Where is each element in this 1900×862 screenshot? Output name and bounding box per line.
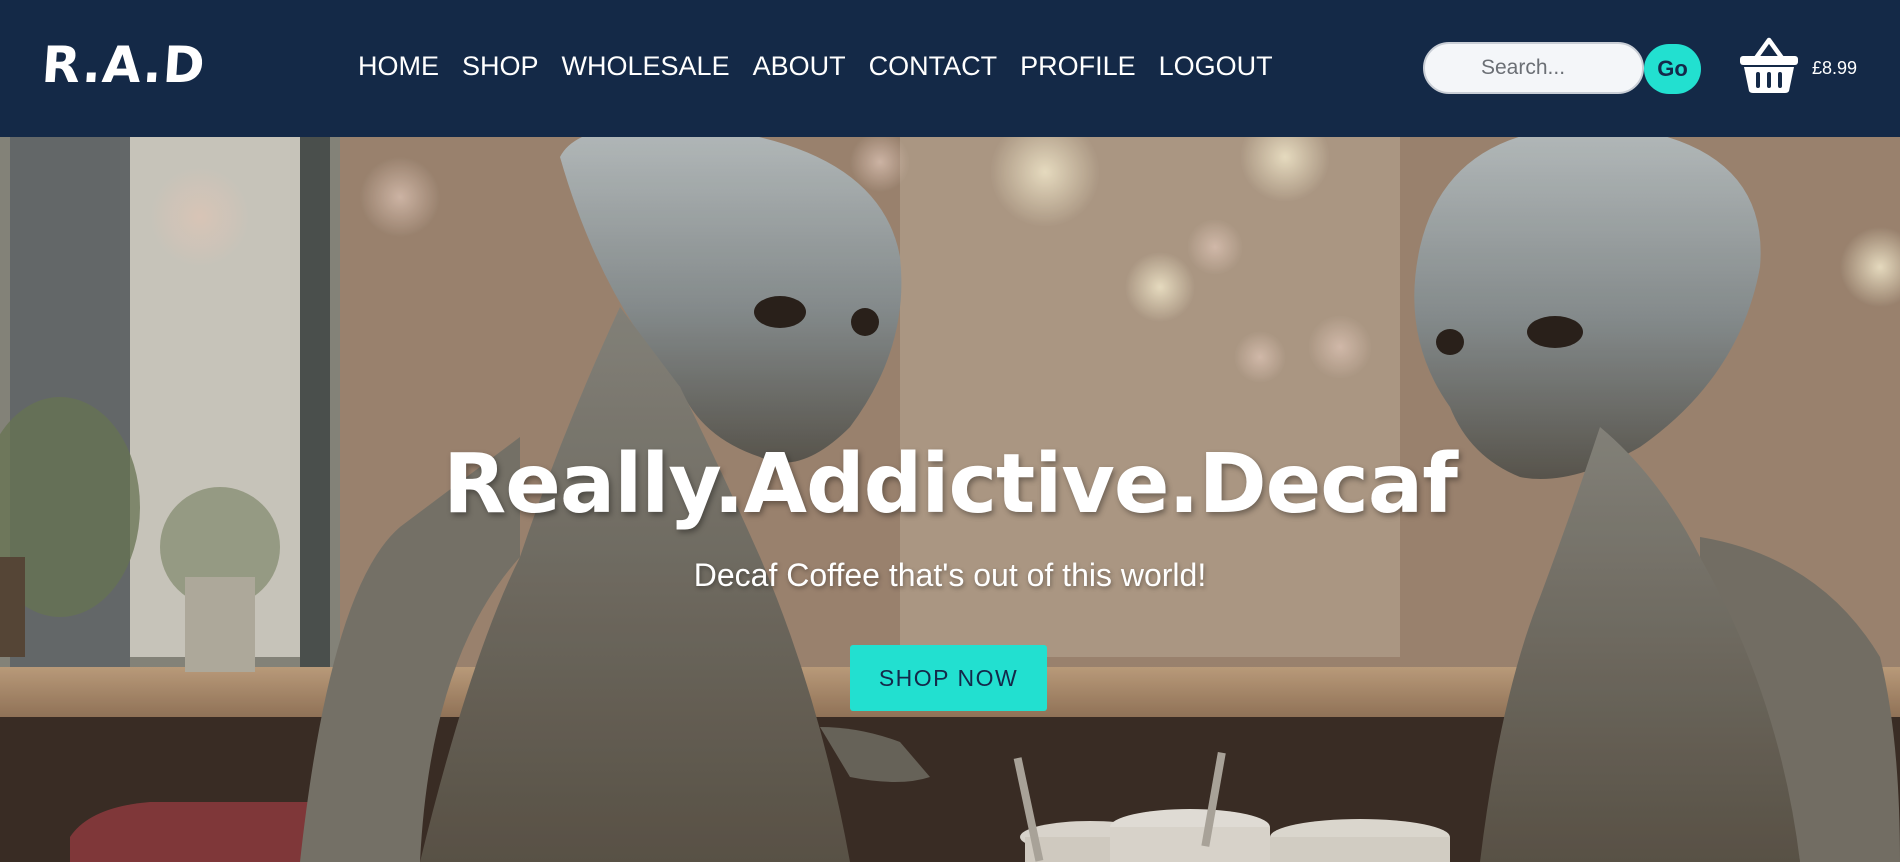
nav-profile[interactable]: PROFILE <box>1020 48 1136 84</box>
cart-total: £8.99 <box>1812 58 1858 78</box>
site-logo[interactable]: R.A.D <box>40 36 208 94</box>
search-go-button[interactable]: Go <box>1644 44 1701 94</box>
hero-banner: Really.Addictive.Decaf Decaf Coffee that… <box>0 137 1900 862</box>
nav-contact[interactable]: CONTACT <box>869 48 998 84</box>
nav-wholesale[interactable]: WHOLESALE <box>562 48 730 84</box>
main-nav: HOME SHOP WHOLESALE ABOUT CONTACT PROFIL… <box>358 48 1296 84</box>
basket-icon <box>1740 37 1798 93</box>
nav-shop[interactable]: SHOP <box>462 48 539 84</box>
nav-home[interactable]: HOME <box>358 48 439 84</box>
hero-title: Really.Addictive.Decaf <box>443 437 1458 532</box>
cart-button[interactable]: £8.99 <box>1738 36 1878 100</box>
nav-about[interactable]: ABOUT <box>753 48 846 84</box>
site-header: R.A.D HOME SHOP WHOLESALE ABOUT CONTACT … <box>0 0 1900 137</box>
nav-logout[interactable]: LOGOUT <box>1159 48 1273 84</box>
search-input[interactable] <box>1423 42 1644 94</box>
shop-now-button[interactable]: SHOP NOW <box>850 645 1047 711</box>
search-form: Go <box>1423 42 1701 94</box>
hero-subtitle: Decaf Coffee that's out of this world! <box>693 557 1207 593</box>
